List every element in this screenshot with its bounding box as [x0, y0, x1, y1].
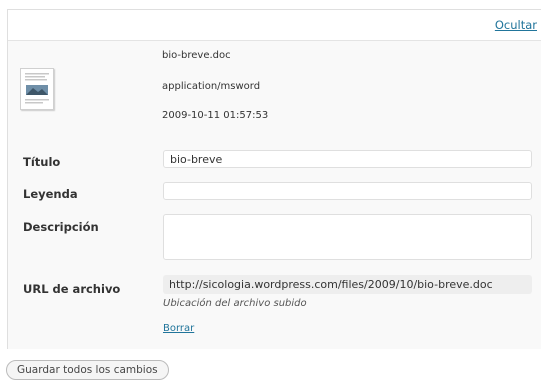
description-field[interactable]: [163, 214, 532, 260]
file-url-label: URL de archivo: [23, 282, 121, 296]
file-url-field[interactable]: http://sicologia.wordpress.com/files/200…: [163, 275, 532, 294]
file-url-help: Ubicación del archivo subido: [163, 298, 307, 309]
hide-toggle-link[interactable]: Ocultar: [495, 18, 537, 32]
delete-link[interactable]: Borrar: [163, 323, 194, 334]
file-mime-type: application/msword: [162, 81, 261, 92]
save-all-changes-button[interactable]: Guardar todos los cambios: [6, 360, 169, 380]
file-upload-date: 2009-10-11 01:57:53: [162, 110, 269, 121]
media-item-panel: Ocultar bio-breve.doc application/msword…: [7, 9, 541, 349]
title-field[interactable]: [163, 150, 532, 168]
document-thumbnail-icon: [20, 68, 54, 110]
caption-label: Leyenda: [23, 187, 78, 201]
media-item-header: Ocultar: [8, 10, 541, 41]
file-name: bio-breve.doc: [162, 50, 231, 61]
description-label: Descripción: [23, 220, 99, 234]
title-label: Título: [23, 155, 61, 169]
caption-field[interactable]: [163, 182, 532, 200]
